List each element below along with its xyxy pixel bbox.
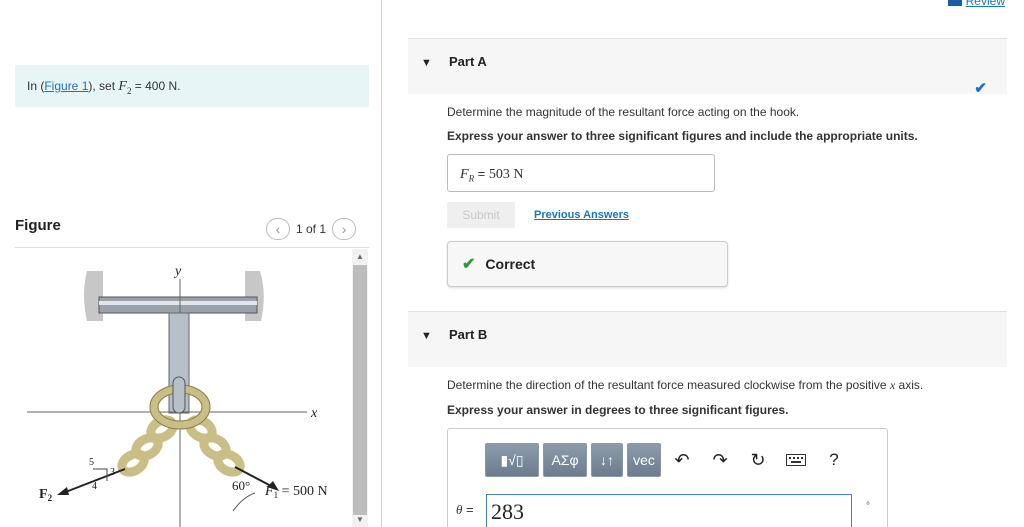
triangle-label-5: 5 — [89, 457, 94, 468]
theta-answer-input[interactable]: 283 — [486, 494, 852, 527]
part-a-answer-field[interactable]: FR = 503 N — [447, 154, 715, 192]
scroll-thumb[interactable] — [353, 265, 367, 515]
triangle-label-3: 3 — [110, 467, 115, 478]
prompt-value: = 400 N. — [131, 79, 181, 93]
theta-label: θ = — [456, 502, 474, 517]
scroll-up-icon[interactable]: ▲ — [356, 252, 364, 261]
angle-arc — [232, 492, 256, 512]
y-axis-label: y — [173, 264, 182, 279]
right-panel: Review ▼ Part A ✔ Determine the magnitud… — [383, 0, 1024, 527]
part-b-question: Determine the direction of the resultant… — [447, 378, 924, 392]
problem-statement: In (Figure 1), set F2 = 400 N. — [15, 65, 369, 107]
templates-button[interactable]: ▮√▯ — [485, 443, 539, 477]
part-b-header[interactable]: ▼ Part B — [408, 311, 1007, 367]
part-a-question: Determine the magnitude of the resultant… — [447, 105, 800, 119]
vector-button[interactable]: vec — [627, 443, 661, 477]
arrows-button[interactable]: ↓↑ — [591, 443, 623, 477]
figure-title: Figure — [15, 217, 61, 234]
f1-label: F1 = 500 N — [264, 484, 328, 500]
equation-toolbar: ▮√▯ ΑΣφ ↓↑ vec ↶ ↷ ↻ ? — [485, 443, 851, 477]
figure-pager: ‹ 1 of 1 › — [266, 218, 357, 240]
left-panel: In (Figure 1), set F2 = 400 N. Figure ‹ … — [0, 0, 382, 527]
beam-highlight — [99, 301, 257, 305]
x-axis-label: x — [310, 406, 318, 421]
undo-icon[interactable]: ↶ — [665, 443, 699, 477]
feedback-correct: ✔ Correct — [447, 241, 728, 287]
redo-icon[interactable]: ↷ — [703, 443, 737, 477]
part-b-instruction: Express your answer in degrees to three … — [447, 403, 789, 417]
answer-var: F — [460, 167, 469, 182]
hook-tip — [172, 376, 186, 414]
figure-scrollbar[interactable]: ▲ ▼ — [352, 249, 368, 527]
part-a-label: Part A — [449, 54, 487, 69]
answer-value: 503 N — [488, 167, 524, 182]
keyboard-icon[interactable] — [779, 443, 813, 477]
equation-editor: ▮√▯ ΑΣφ ↓↑ vec ↶ ↷ ↻ ? θ = 283 ° — [447, 428, 888, 527]
triangle-label-4: 4 — [92, 481, 97, 492]
prompt-mid: ), set — [88, 79, 119, 93]
degree-unit: ° — [866, 501, 870, 512]
reset-icon[interactable]: ↻ — [741, 443, 775, 477]
completed-check-icon: ✔ — [974, 80, 987, 97]
divider — [15, 247, 369, 248]
hook-diagram: y x 5 3 4 F2 60° F1 = 500 N — [27, 264, 328, 527]
figure-link[interactable]: Figure 1 — [44, 79, 88, 93]
review-icon — [947, 0, 962, 6]
prev-figure-button[interactable]: ‹ — [266, 218, 290, 240]
figure-image: y x 5 3 4 F2 60° F1 = 500 N — [15, 249, 349, 527]
f2-label: F2 — [39, 487, 53, 503]
collapse-caret-icon[interactable]: ▼ — [421, 330, 432, 342]
scroll-down-icon[interactable]: ▼ — [356, 515, 364, 524]
submit-button[interactable]: Submit — [447, 202, 515, 228]
answer-eq: = — [474, 166, 489, 181]
previous-answers-link[interactable]: Previous Answers — [534, 209, 629, 221]
angle-label: 60° — [232, 478, 250, 493]
help-icon[interactable]: ? — [817, 443, 851, 477]
feedback-text: Correct — [485, 256, 536, 272]
f2-arrowhead — [57, 487, 69, 495]
next-figure-button[interactable]: › — [332, 218, 357, 240]
collapse-caret-icon[interactable]: ▼ — [421, 57, 432, 69]
f2-symbol: F2 — [118, 79, 132, 96]
prompt-prefix: In ( — [27, 79, 45, 93]
part-b-label: Part B — [449, 327, 488, 342]
pager-text: 1 of 1 — [296, 222, 327, 236]
part-a-header[interactable]: ▼ Part A ✔ — [408, 38, 1007, 97]
review-link[interactable]: Review — [947, 0, 1005, 8]
greek-symbols-button[interactable]: ΑΣφ — [543, 443, 587, 477]
check-icon: ✔ — [462, 256, 476, 273]
part-a-instruction: Express your answer to three significant… — [447, 129, 918, 143]
